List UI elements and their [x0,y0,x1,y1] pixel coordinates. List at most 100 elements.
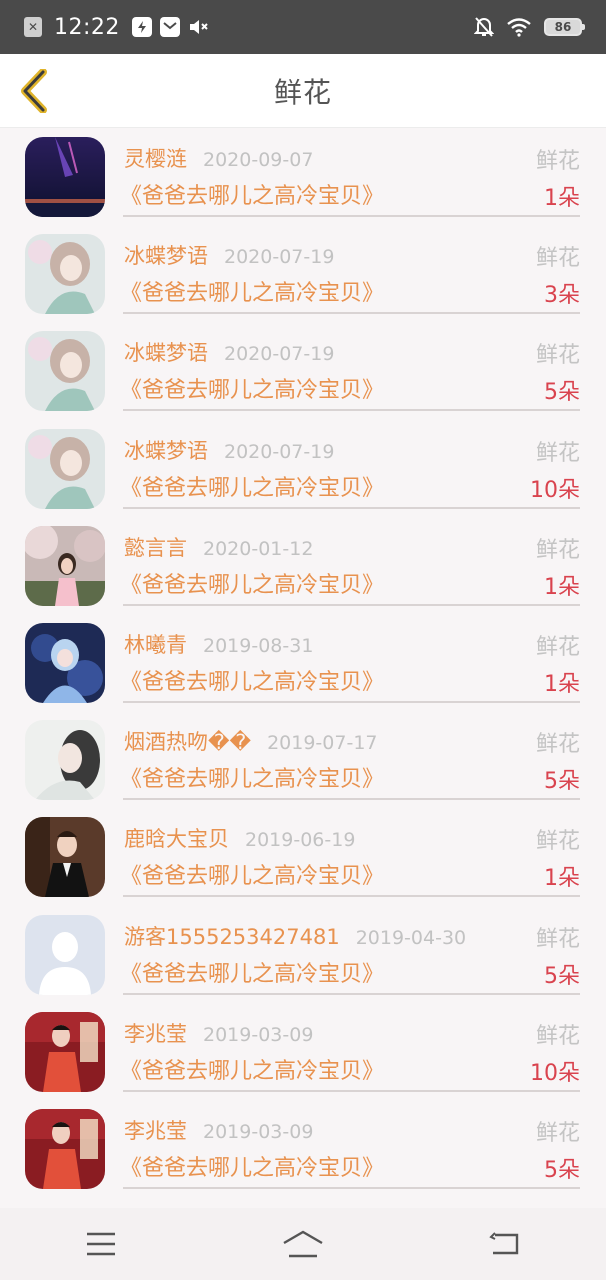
gift-count: 10朵 [530,477,580,503]
book-title[interactable]: 《爸爸去哪儿之高冷宝贝》 [120,567,384,599]
sender-name: 游客1555253427481 2019-04-30 [124,924,467,949]
app-bolt-icon [131,17,152,37]
book-title[interactable]: 《爸爸去哪儿之高冷宝贝》 [120,956,384,988]
gift-count: 5朵 [544,963,580,989]
book-title[interactable]: 《爸爸去哪儿之高冷宝贝》 [120,470,384,502]
sender-name: 烟酒热吻�� 2019-07-17 [124,730,378,755]
gift-count: 3朵 [544,283,580,309]
list-item[interactable]: 李兆莹 2019-03-09 鲜花 《爸爸去哪儿之高冷宝贝》 10朵 [0,1003,606,1100]
list-item[interactable]: 林曦青 2019-08-31 鲜花 《爸爸去哪儿之高冷宝贝》 1朵 [0,614,606,711]
gift-type: 鲜花 [535,829,580,855]
book-title[interactable]: 《爸爸去哪儿之高冷宝贝》 [120,1150,384,1182]
status-bar: ✕ 12:22 86 [0,0,606,54]
divider [123,409,580,412]
back-icon [489,1232,519,1255]
gift-list: 灵樱涟 2020-09-07 鲜花 《爸爸去哪儿之高冷宝贝》 1朵 冰蝶梦语 202… [0,128,606,1208]
sender-name: 冰蝶梦语 2020-07-19 [124,341,335,366]
home-button[interactable] [273,1220,333,1268]
gift-type: 鲜花 [535,246,580,272]
battery-icon: 86 [544,18,585,36]
gift-date: 2019-04-30 [355,926,467,949]
gift-date: 2019-07-17 [267,732,378,755]
header: 鲜花 [0,54,606,128]
gift-date: 2019-03-09 [203,1120,314,1143]
divider [123,992,580,995]
back-button[interactable] [12,68,56,114]
anime-girl-avatar[interactable] [25,428,105,509]
bell-off-icon [474,17,494,37]
book-title[interactable]: 《爸爸去哪儿之高冷宝贝》 [120,858,384,890]
gift-type: 鲜花 [535,149,580,174]
book-title[interactable]: 《爸爸去哪儿之高冷宝贝》 [120,761,384,793]
man-suit-avatar[interactable] [25,817,105,898]
gift-date: 2019-06-19 [245,829,356,852]
status-left: ✕ 12:22 [24,15,210,40]
gift-type: 鲜花 [535,926,580,952]
gift-date: 2019-03-09 [203,1023,314,1046]
divider [123,603,580,606]
gift-count: 10朵 [530,1060,580,1086]
list-item[interactable]: 冰蝶梦语 2020-07-19 鲜花 《爸爸去哪儿之高冷宝贝》 3朵 [0,225,606,322]
page-title: 鲜花 [273,75,332,109]
mail-icon [159,17,180,37]
menu-button[interactable] [71,1220,131,1268]
default-user-avatar[interactable] [25,914,105,995]
sender-name: 懿言言 2020-01-12 [124,535,314,560]
list-item[interactable]: 烟酒热吻�� 2019-07-17 鲜花 《爸爸去哪儿之高冷宝贝》 5朵 [0,711,606,808]
sender-name: 李兆莹 2019-03-09 [124,1118,314,1143]
gift-type: 鲜花 [535,732,580,758]
sender-name: 鹿晗大宝贝 2019-06-19 [124,827,356,852]
divider [123,215,580,217]
back-nav-button[interactable] [475,1220,535,1268]
list-item[interactable]: 冰蝶梦语 2020-07-19 鲜花 《爸爸去哪儿之高冷宝贝》 10朵 [0,420,606,517]
red-poster-avatar[interactable] [25,1011,105,1092]
divider [123,798,580,801]
list-item[interactable]: 李兆莹 2019-03-09 鲜花 《爸爸去哪儿之高冷宝贝》 5朵 [0,1100,606,1197]
anime-girl-avatar[interactable] [25,331,105,412]
wifi-icon [507,18,531,37]
anime-blue-avatar[interactable] [25,622,105,703]
gift-date: 2020-01-12 [203,537,314,560]
x-square-icon: ✕ [24,17,42,37]
gift-date: 2020-07-19 [224,343,335,366]
anime-girl-avatar[interactable] [25,234,105,315]
divider [123,1089,580,1092]
sender-name: 冰蝶梦语 2020-07-19 [124,244,335,269]
gift-date: 2020-07-19 [224,246,335,269]
status-time: 12:22 [54,14,120,40]
list-item[interactable]: 游客1555253427481 2019-04-30 鲜花 《爸爸去哪儿之高冷宝贝… [0,906,606,1003]
list-item[interactable]: 懿言言 2020-01-12 鲜花 《爸爸去哪儿之高冷宝贝》 1朵 [0,517,606,614]
gift-date: 2020-07-19 [224,440,335,463]
gift-count: 1朵 [544,671,580,697]
book-title[interactable]: 《爸爸去哪儿之高冷宝贝》 [120,275,384,307]
gift-count: 5朵 [544,1157,580,1183]
girl-blossom-avatar[interactable] [25,525,105,606]
list-item[interactable]: 鹿晗大宝贝 2019-06-19 鲜花 《爸爸去哪儿之高冷宝贝》 1朵 [0,808,606,905]
system-nav-bar [0,1208,606,1280]
book-title[interactable]: 《爸爸去哪儿之高冷宝贝》 [120,372,384,404]
list-item[interactable]: 灵樱涟 2020-09-07 鲜花 《爸爸去哪儿之高冷宝贝》 1朵 [0,128,606,225]
divider [123,1186,580,1189]
gift-type: 鲜花 [535,537,580,563]
divider [123,312,580,315]
sender-name: 李兆莹 2019-03-09 [124,1021,314,1046]
book-title[interactable]: 《爸爸去哪儿之高冷宝贝》 [120,1053,384,1085]
gift-count: 1朵 [544,574,580,600]
sender-name: 林曦青 2019-08-31 [124,632,314,657]
book-title[interactable]: 《爸爸去哪儿之高冷宝贝》 [120,664,384,696]
gift-count: 1朵 [544,866,580,892]
red-poster-avatar[interactable] [25,1108,105,1189]
gift-count: 1朵 [544,186,580,211]
sender-name: 灵樱涟 2020-09-07 [124,147,314,171]
gift-count: 5朵 [544,769,580,795]
pale-girl-avatar[interactable] [25,720,105,801]
book-title[interactable]: 《爸爸去哪儿之高冷宝贝》 [120,178,384,210]
battery-level: 86 [554,20,572,34]
list-item[interactable]: 冰蝶梦语 2020-07-19 鲜花 《爸爸去哪儿之高冷宝贝》 5朵 [0,322,606,419]
divider [123,700,580,703]
night-sky-avatar[interactable] [25,137,105,217]
sender-name: 冰蝶梦语 2020-07-19 [124,438,335,463]
gift-type: 鲜花 [535,1120,580,1146]
menu-icon [87,1232,115,1256]
divider [123,506,580,509]
